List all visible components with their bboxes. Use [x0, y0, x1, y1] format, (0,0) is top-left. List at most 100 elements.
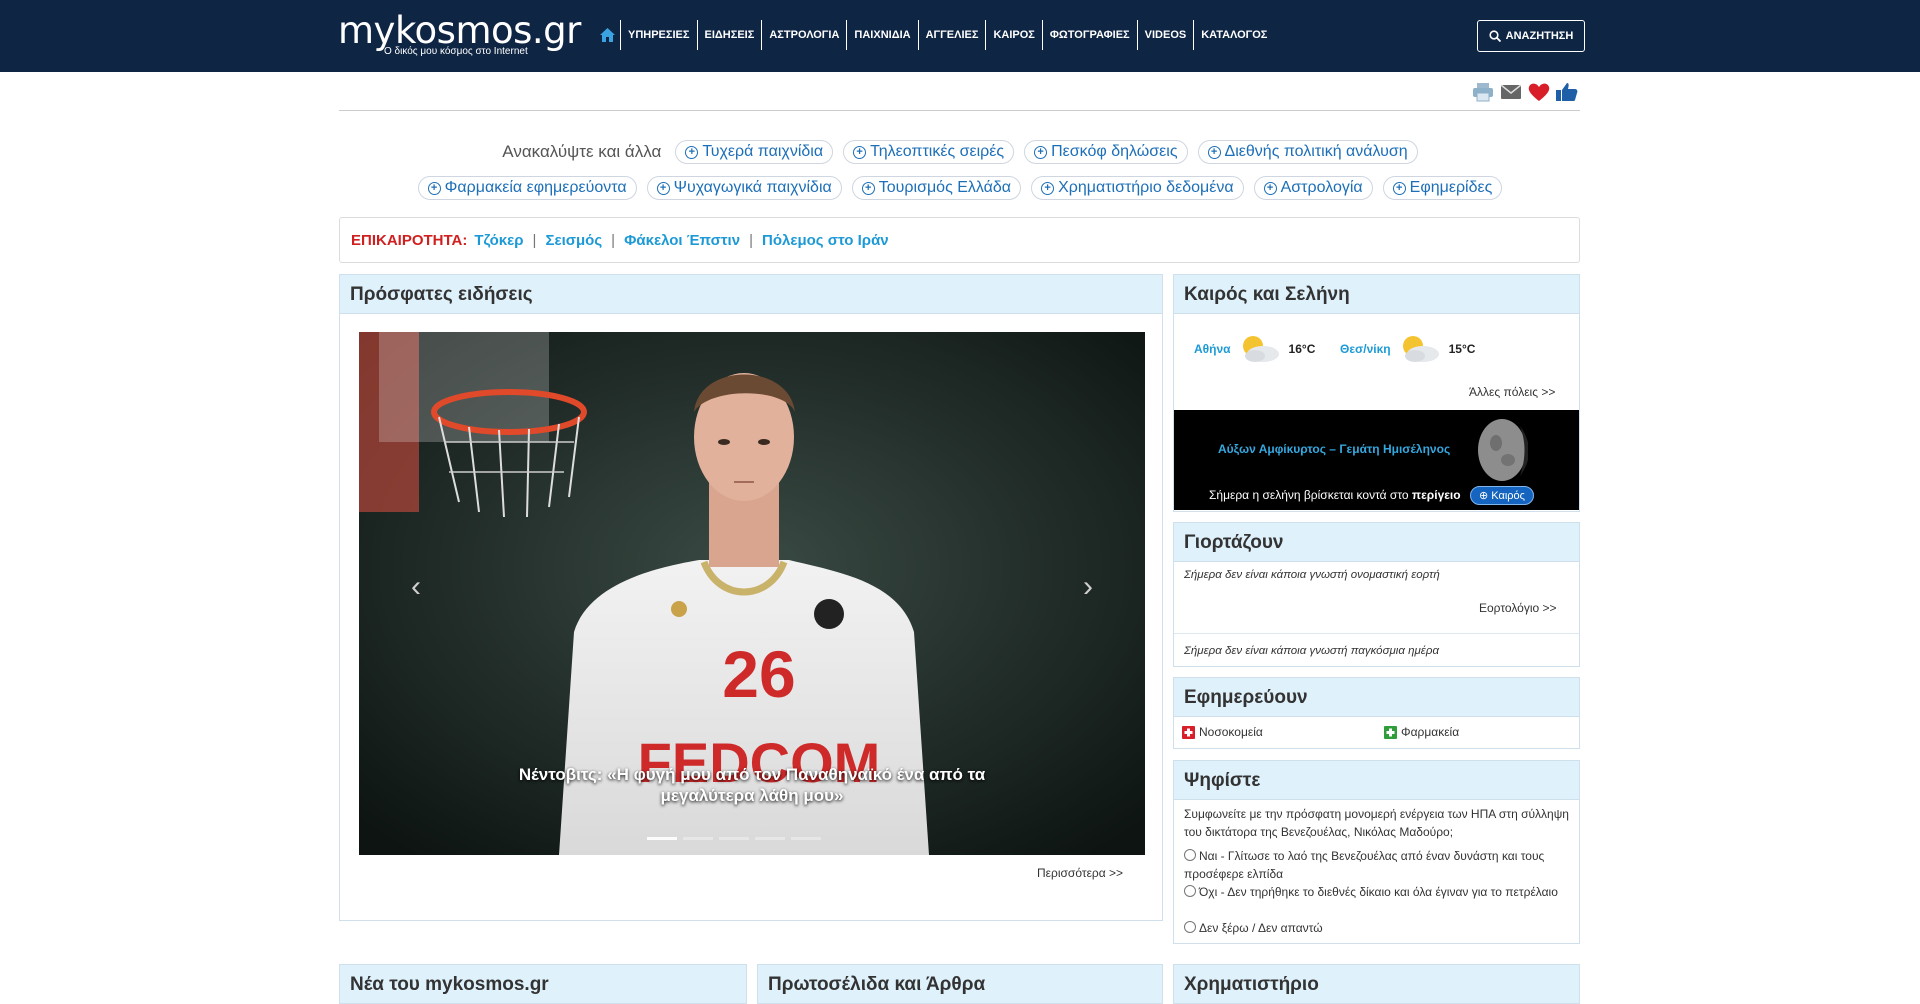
plus-circle-icon: + — [853, 145, 867, 159]
plus-circle-icon: + — [1041, 181, 1055, 195]
nav-weather[interactable]: ΚΑΙΡΟΣ — [985, 20, 1041, 50]
nav-games[interactable]: ΠΑΙΧΝΙΔΙΑ — [846, 20, 917, 50]
poll-option-no[interactable]: Όχι - Δεν τηρήθηκε το διεθνές δίκαιο και… — [1184, 883, 1574, 901]
poll-question: Συμφωνείτε με την πρόσφατη μονομερή ενέρ… — [1184, 807, 1569, 839]
plus-circle-icon: + — [1207, 145, 1221, 159]
nav-photos[interactable]: ΦΩΤΟΓΡΑΦΙΕΣ — [1041, 20, 1137, 50]
moon-icon — [1478, 419, 1528, 481]
carousel-dot[interactable] — [647, 837, 677, 840]
pill-newspapers[interactable]: + Εφημερίδες — [1382, 176, 1503, 200]
plus-circle-icon: + — [685, 145, 699, 159]
search-button[interactable]: ΑΝΑΖΗΤΗΣΗ — [1477, 20, 1585, 52]
current-link-joker[interactable]: Τζόκερ — [474, 232, 523, 249]
frontpages-title: Πρωτοσέλιδα και Άρθρα — [758, 965, 1162, 1004]
discover-row-2: + Φαρμακεία εφημερεύοντα + Ψυχαγωγικά παιχ… — [300, 176, 1620, 200]
city-temp: 16°C — [1288, 342, 1316, 356]
pharmacies-link[interactable]: Φαρμακεία — [1384, 725, 1459, 739]
print-icon[interactable] — [1472, 82, 1494, 102]
top-navbar: mykosmos.gr Ο δικός μου κόσμος στο Inter… — [0, 0, 1920, 72]
current-label: ΕΠΙΚΑΙΡΟΤΗΤΑ: — [351, 231, 468, 249]
home-icon[interactable] — [594, 20, 620, 50]
plus-circle-icon: + — [427, 181, 441, 195]
plus-circle-icon: + — [1263, 181, 1277, 195]
nav-classifieds[interactable]: ΑΓΓΕΛΙΕΣ — [917, 20, 986, 50]
frontpages-panel: Πρωτοσέλιδα και Άρθρα — [757, 964, 1163, 1004]
nav-astrology[interactable]: ΑΣΤΡΟΛΟΓΙΑ — [761, 20, 846, 50]
namedays-title: Γιορτάζουν — [1174, 523, 1579, 562]
pill-label: Χρηματιστήριο δεδομένα — [1058, 179, 1234, 196]
pill-label: Εφημερίδες — [1409, 179, 1493, 196]
plus-circle-icon: + — [1392, 181, 1406, 195]
divider — [339, 110, 1580, 111]
current-link-earthquake[interactable]: Σεισμός — [545, 232, 602, 249]
hospitals-link[interactable]: Νοσοκομεία — [1182, 725, 1263, 739]
favorite-heart-icon[interactable] — [1528, 82, 1550, 102]
weather-panel: Καιρός και Σελήνη Αθήνα 16°C Θεσ/νίκη 15… — [1173, 274, 1580, 512]
poll-radio[interactable] — [1184, 849, 1196, 861]
carousel-prev-icon[interactable]: ‹ — [401, 572, 431, 602]
moon-phase-title: Αύξων Αμφίκυρτος – Γεμάτη Ημισέληνος — [1218, 442, 1451, 456]
discover-label: Ανακαλύψτε και άλλα — [502, 142, 662, 161]
news-caption[interactable]: Νέντοβιτς: «Η φυγή μου από τον Παναθηναϊ… — [509, 764, 995, 806]
nav-videos[interactable]: VIDEOS — [1136, 20, 1194, 50]
moon-status-text: Σήμερα η σελήνη βρίσκεται κοντά στο περί… — [1209, 488, 1461, 502]
search-label: ΑΝΑΖΗΤΗΣΗ — [1505, 30, 1574, 42]
carousel-dot[interactable] — [791, 837, 821, 840]
weather-athens[interactable]: Αθήνα 16°C — [1194, 334, 1315, 364]
pill-tourism[interactable]: + Τουρισμός Ελλάδα — [851, 176, 1022, 200]
poll-option-yes[interactable]: Ναι - Γλίτωσε το λαό της Βενεζουέλας από… — [1184, 847, 1574, 883]
email-icon[interactable] — [1500, 82, 1522, 102]
search-icon — [1489, 30, 1501, 42]
namedays-panel: Γιορτάζουν Σήμερα δεν είναι κάποια γνωστ… — [1173, 522, 1580, 667]
worldday-text: Σήμερα δεν είναι κάποια γνωστή παγκόσμια… — [1184, 645, 1439, 657]
pill-peskov[interactable]: + Πεσκόφ δηλώσεις — [1024, 140, 1188, 164]
poll-radio[interactable] — [1184, 921, 1196, 933]
logo-tagline: Ο δικός μου κόσμος στο Internet — [384, 46, 528, 57]
other-cities-link[interactable]: Άλλες πόλεις >> — [1469, 385, 1555, 399]
carousel-dot[interactable] — [755, 837, 785, 840]
pill-stock[interactable]: + Χρηματιστήριο δεδομένα — [1031, 176, 1244, 200]
moon-box: Αύξων Αμφίκυρτος – Γεμάτη Ημισέληνος Σήμ… — [1174, 410, 1579, 510]
duty-panel: Εφημερεύουν Νοσοκομεία Φαρμακεία — [1173, 677, 1580, 749]
duty-title: Εφημερεύουν — [1174, 678, 1579, 717]
news-more-link[interactable]: Περισσότερα >> — [1037, 866, 1123, 880]
calendar-link[interactable]: Εορτολόγιο >> — [1479, 601, 1557, 615]
hospital-cross-icon — [1182, 725, 1195, 739]
nav-services[interactable]: ΥΠΗΡΕΣΙΕΣ — [620, 20, 697, 50]
pill-label: Τουρισμός Ελλάδα — [878, 179, 1012, 196]
nameday-text: Σήμερα δεν είναι κάποια γνωστή ονομαστικ… — [1184, 569, 1440, 581]
city-name: Αθήνα — [1194, 342, 1231, 356]
current-link-iran[interactable]: Πόλεμος στο Ιράν — [762, 232, 889, 249]
poll-panel: Ψηφίστε Συμφωνείτε με την πρόσφατη μονομ… — [1173, 760, 1580, 944]
carousel-next-icon[interactable]: › — [1073, 572, 1103, 602]
pill-astrology[interactable]: + Αστρολογία — [1253, 176, 1373, 200]
carousel-dot[interactable] — [719, 837, 749, 840]
site-logo[interactable]: mykosmos.gr Ο δικός μου κόσμος στο Inter… — [338, 12, 581, 62]
city-name: Θεσ/νίκη — [1340, 342, 1391, 356]
poll-option-dunno[interactable]: Δεν ξέρω / Δεν απαντώ — [1184, 919, 1574, 937]
carousel-indicators — [647, 837, 821, 840]
weather-thessaloniki[interactable]: Θεσ/νίκη 15°C — [1340, 334, 1475, 364]
weather-button[interactable]: ⊕ Καιρός — [1470, 486, 1534, 505]
news-slide-image[interactable]: 26 FEDCOM ‹ › Νέντοβιτς: «Η φυγή μου από… — [359, 332, 1145, 855]
carousel-dot[interactable] — [683, 837, 713, 840]
poll-radio[interactable] — [1184, 885, 1196, 897]
pill-lottery[interactable]: + Τυχερά παιχνίδια — [675, 140, 834, 164]
pill-politics[interactable]: + Διεθνής πολιτική ανάλυση — [1197, 140, 1418, 164]
jersey-number: 26 — [722, 637, 795, 711]
pill-tv-series[interactable]: + Τηλεοπτικές σειρές — [843, 140, 1015, 164]
pill-label: Τυχερά παιχνίδια — [702, 143, 824, 160]
current-link-epstein[interactable]: Φάκελοι Έπστιν — [624, 232, 740, 249]
nav-news[interactable]: ΕΙΔΗΣΕΙΣ — [696, 20, 762, 50]
mykosmos-news-title: Νέα του mykosmos.gr — [340, 965, 746, 1004]
pill-fun-games[interactable]: + Ψυχαγωγικά παιχνίδια — [646, 176, 842, 200]
pill-pharmacies[interactable]: + Φαρμακεία εφημερεύοντα — [417, 176, 637, 200]
plus-circle-icon: + — [861, 181, 875, 195]
page-tools — [1472, 82, 1578, 102]
plus-circle-icon: + — [656, 181, 670, 195]
city-temp: 15°C — [1448, 342, 1476, 356]
like-thumb-icon[interactable] — [1556, 82, 1578, 102]
nav-catalog[interactable]: ΚΑΤΑΛΟΓΟΣ — [1193, 20, 1274, 50]
pill-label: Φαρμακεία εφημερεύοντα — [444, 179, 627, 196]
pharmacy-cross-icon — [1384, 725, 1397, 739]
